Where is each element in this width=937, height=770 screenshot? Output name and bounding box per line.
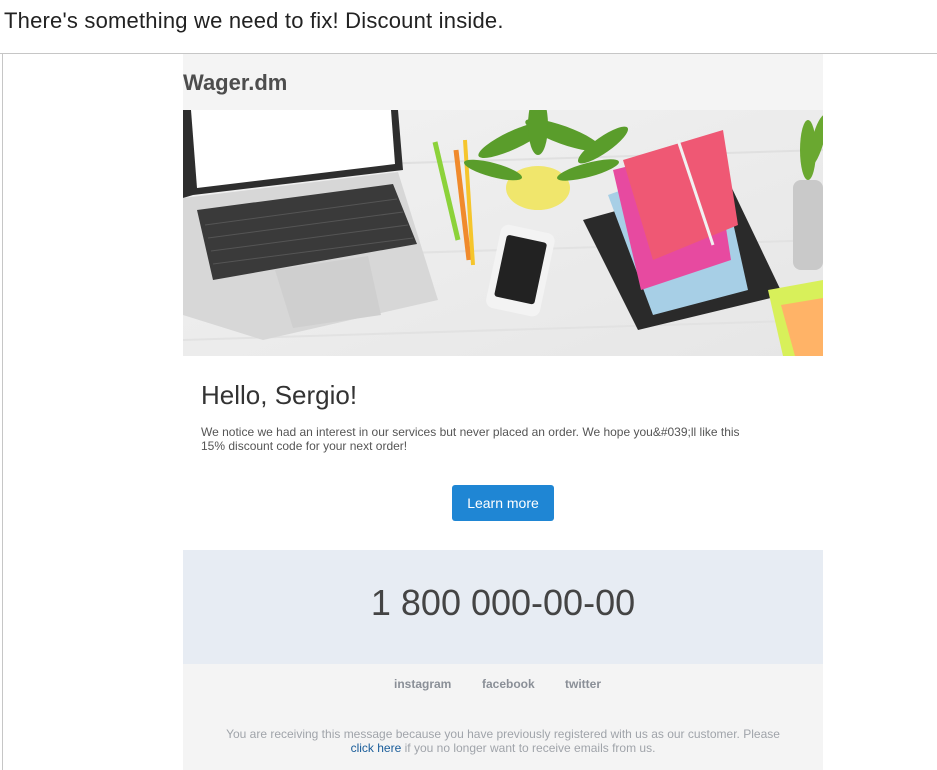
phone-band: 1 800 000-00-00	[183, 550, 823, 664]
twitter-link[interactable]: twitter	[565, 677, 601, 691]
hero-image	[183, 110, 823, 356]
body-text: We notice we had an interest in our serv…	[201, 425, 801, 453]
notice-line-2-text: if you no longer want to receive emails …	[404, 741, 656, 755]
learn-more-button[interactable]: Learn more	[452, 485, 554, 521]
unsubscribe-notice: You are receiving this message because y…	[183, 727, 823, 755]
body-line-2: 15% discount code for your next order!	[201, 439, 408, 453]
instagram-link[interactable]: instagram	[394, 677, 451, 691]
frame-left-border	[2, 53, 3, 770]
email-subject: There's something we need to fix! Discou…	[4, 8, 504, 33]
email-header: Wager.dm	[183, 54, 823, 110]
notice-line-2: click here if you no longer want to rece…	[183, 741, 823, 755]
phone-number: 1 800 000-00-00	[370, 582, 636, 623]
email-body: Wager.dm Hello, Sergio! We notice we had…	[183, 54, 823, 770]
hero-desk-image	[183, 110, 823, 356]
unsubscribe-link[interactable]: click here	[351, 741, 402, 755]
facebook-link[interactable]: facebook	[482, 677, 535, 691]
body-line-1: We notice we had an interest in our serv…	[201, 425, 740, 439]
greeting-heading: Hello, Sergio!	[201, 380, 358, 410]
brand-logo: Wager.dm	[183, 70, 288, 95]
email-footer: instagram facebook twitter You are recei…	[183, 664, 823, 770]
notice-line-1: You are receiving this message because y…	[226, 727, 780, 741]
